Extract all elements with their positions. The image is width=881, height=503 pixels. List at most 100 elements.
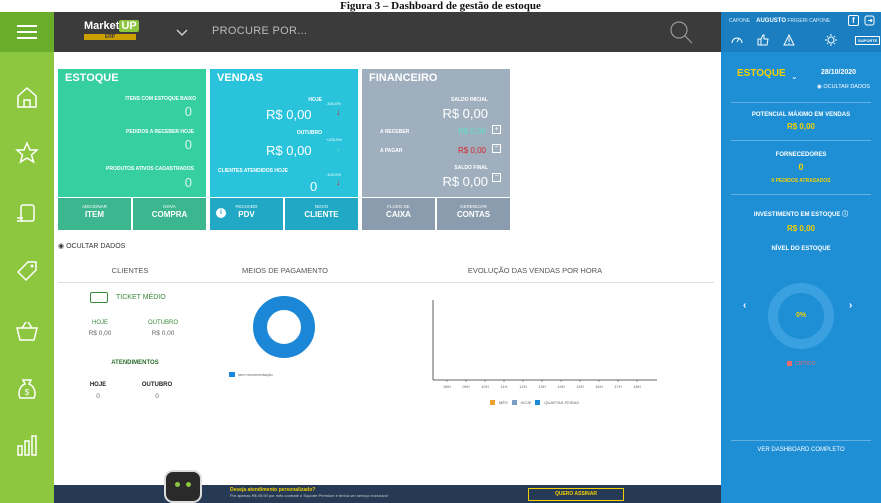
footer-text: Deseja atendimento personalizado? Por ape… [230, 487, 388, 499]
clients-value: 0 [310, 179, 318, 194]
search-icon[interactable] [669, 20, 693, 44]
chevron-down-icon[interactable]: ⌄ [791, 72, 798, 81]
info-icon: i [216, 208, 226, 218]
speedometer-icon[interactable] [731, 34, 743, 46]
chart-icon[interactable] [14, 432, 40, 458]
hour-tick-label: 16H [595, 384, 602, 388]
basket-icon[interactable] [14, 318, 40, 344]
eye-slash-icon: ◉ [817, 84, 822, 90]
btn-sub: FLUXO DE [387, 204, 410, 209]
star-icon[interactable] [14, 140, 40, 166]
plus-icon[interactable]: + [492, 125, 501, 134]
orders-today-value: 0 [184, 137, 192, 152]
up-arrow-icon: ↑ [336, 145, 341, 155]
legend-label: MÊS [499, 400, 508, 405]
estoque-tile: ESTOQUE ITENS COM ESTOQUE BAIXO 0 PEDIDO… [58, 69, 206, 197]
hide-data-label: OCULTAR DADOS [66, 243, 126, 250]
robot-avatar [164, 470, 202, 503]
add-item-button[interactable]: ADICIONAR ITEM [58, 198, 131, 230]
robot-eye [186, 482, 191, 487]
active-products-label: PRODUTOS ATIVOS CADASTRADOS [106, 166, 194, 172]
divider [731, 140, 871, 141]
today-value: R$ 0,00 [88, 330, 112, 337]
logo-up: UP [119, 20, 139, 32]
logout-icon[interactable] [864, 15, 875, 26]
donut-legend: sem movimentação [238, 372, 273, 377]
critical-label: CRÍTICO [795, 361, 816, 367]
financeiro-tile: FINANCEIRO SALDO INICIAL R$ 0,00 A RECEB… [362, 69, 510, 197]
logo[interactable]: Market UP ERP [84, 20, 139, 40]
atend-october-label: OUTUBRO [141, 382, 173, 388]
logo-text: Market [84, 20, 120, 32]
minus-icon[interactable]: − [492, 173, 501, 182]
hour-tick-label: 09H [462, 384, 469, 388]
late-orders: 0 PEDIDOS ATRASADOS [771, 178, 831, 184]
products-icon[interactable] [14, 200, 40, 226]
user-prefix: CAPONE [729, 18, 751, 24]
top-bar: Market UP ERP PROCURE POR... [54, 12, 721, 52]
money-bag-icon[interactable]: $ [14, 376, 40, 402]
panel-section-title[interactable]: ESTOQUE [737, 68, 786, 79]
investment-title: INVESTIMENTO EM ESTOQUE ⓘ [721, 209, 881, 218]
divider [731, 102, 871, 103]
full-dashboard-link[interactable]: VER DASHBOARD COMPLETO [721, 447, 881, 453]
menu-button[interactable] [0, 12, 54, 52]
legend-label: HOJE [520, 400, 532, 405]
tag-icon[interactable] [14, 258, 40, 284]
date-label: 28/10/2020 [821, 69, 857, 76]
down-arrow-icon: ↓ [336, 177, 341, 187]
payments-donut [253, 296, 315, 358]
initial-balance-value: R$ 0,00 [442, 106, 488, 121]
final-balance-value: R$ 0,00 [442, 174, 488, 189]
potential-title: POTENCIAL MÁXIMO EM VENDAS [751, 112, 851, 118]
chevron-down-icon[interactable] [176, 26, 188, 38]
warning-icon[interactable] [783, 34, 795, 46]
btn-label: CAIXA [386, 210, 411, 219]
hour-tick-label: 08H [443, 384, 450, 388]
thumbs-up-icon[interactable] [757, 34, 769, 46]
sales-evolution-title: EVOLUÇÃO DAS VENDAS POR HORA [467, 266, 603, 275]
atend-october-value: 0 [155, 393, 159, 400]
panel-header: CAPONE AUGUSTO FRIGERI CAPONE f SUPORTE [721, 12, 881, 52]
eye-slash-icon: ◉ [58, 243, 65, 250]
facebook-icon[interactable]: f [848, 15, 859, 26]
low-stock-value: 0 [184, 104, 192, 119]
hour-tick-label: 13H [538, 384, 545, 388]
investment-label: INVESTIMENTO EM ESTOQUE [753, 212, 841, 218]
initial-balance-label: SALDO INICIAL [451, 97, 488, 103]
pdv-button[interactable]: i FECHADO PDV [210, 198, 283, 230]
october-value: R$ 0,00 [266, 143, 312, 158]
orders-today-label: PEDIDOS A RECEBER HOJE [126, 129, 194, 135]
legend-swatch [229, 372, 235, 377]
active-products-value: 0 [184, 175, 192, 190]
home-icon[interactable] [14, 84, 40, 110]
info-icon[interactable]: ⓘ [842, 212, 848, 218]
hour-tick-label: 17H [614, 384, 621, 388]
support-button[interactable]: SUPORTE [855, 36, 881, 45]
sidebar: $ [0, 12, 54, 503]
cash-flow-button[interactable]: FLUXO DE CAIXA [362, 198, 435, 230]
new-purchase-button[interactable]: NOVA COMPRA [133, 198, 206, 230]
manage-accounts-button[interactable]: GERENCIAR CONTAS [437, 198, 510, 230]
suppliers-title: FORNECEDORES [775, 152, 827, 158]
potential-value: R$ 0,00 [786, 122, 816, 131]
hour-tick-label: 10H [481, 384, 488, 388]
hide-data-toggle[interactable]: ◉ OCULTAR DADOS [58, 242, 125, 250]
btn-sub: NOVO [314, 204, 329, 209]
legend-swatch [535, 400, 541, 405]
receivable-value: R$ 0,00 [457, 127, 486, 136]
gear-icon[interactable] [825, 34, 837, 46]
subscribe-button[interactable]: QUERO ASSINAR [528, 488, 624, 501]
hour-tick-label: 18H [633, 384, 640, 388]
prev-arrow-icon[interactable]: ‹ [743, 300, 746, 311]
footer-banner: Deseja atendimento personalizado? Por ape… [54, 485, 721, 503]
new-client-button[interactable]: NOVO CLIENTE [285, 198, 358, 230]
clients-today-label: CLIENTES ATENDIDOS HOJE [218, 168, 289, 174]
user-rest: FRIGERI CAPONE [787, 18, 831, 24]
btn-sub: ADICIONAR [81, 204, 107, 209]
minus-icon[interactable]: − [492, 144, 501, 153]
next-arrow-icon[interactable]: › [849, 300, 852, 311]
divider [731, 194, 871, 195]
search-input[interactable]: PROCURE POR... [212, 25, 307, 37]
hide-data-link[interactable]: ◉ OCULTAR DADOS [817, 84, 870, 90]
